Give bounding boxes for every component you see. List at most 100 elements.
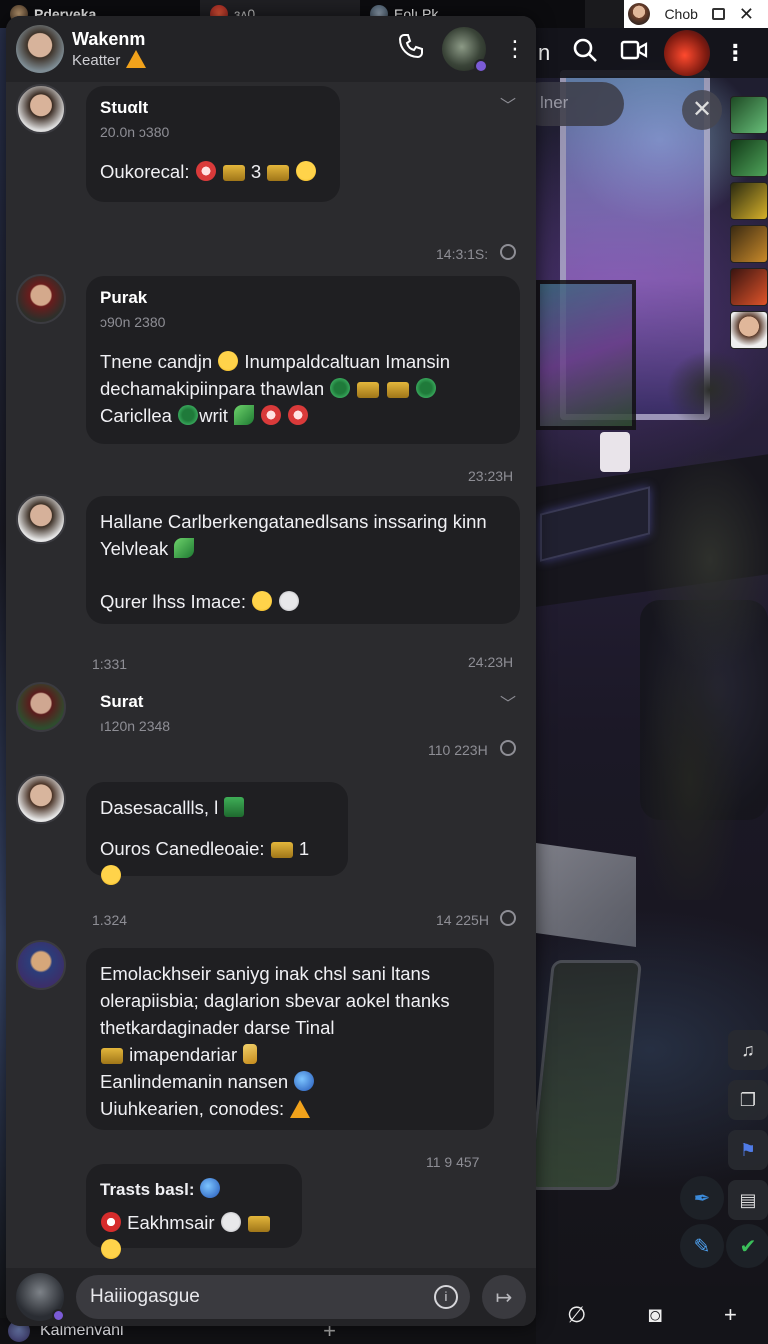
message-line: Hallane Carlberkengatanedlsans inssaring…	[100, 511, 487, 532]
video-icon[interactable]	[620, 39, 648, 67]
message-line: dechamakipiinpara thawlan	[100, 378, 325, 399]
crown-emoji-icon	[270, 842, 293, 858]
message-text: Eakhmsair	[100, 1209, 288, 1263]
avatar[interactable]	[16, 494, 66, 544]
maximize-icon[interactable]	[711, 8, 725, 20]
avatar[interactable]	[16, 774, 66, 824]
message-text: Ouros Canedleoaie: 1	[100, 835, 334, 889]
message-text: dechamakipiinpara thawlan	[100, 375, 506, 402]
group-avatar[interactable]	[442, 27, 488, 73]
message-line: Uiuhkearien, conodes:	[100, 1098, 285, 1119]
message-line: Qurer lhss Imace:	[100, 591, 246, 612]
smile-emoji-icon	[218, 351, 239, 371]
camera-icon[interactable]: ◙	[649, 1302, 662, 1328]
read-receipt-icon	[500, 740, 516, 756]
message-text: olerapiisbia; daglarion sbevar aokel tha…	[100, 987, 480, 1014]
close-icon[interactable]: ✕	[739, 5, 754, 23]
message-text: Trasts basl:	[100, 1176, 288, 1203]
message-time: 11 9 457	[426, 1154, 480, 1170]
message-time: 23:23H	[468, 468, 514, 484]
message-bubble[interactable]: Purak ᴐ90n 2380 Tnene candjn Inumpaldcal…	[86, 276, 520, 444]
avatar[interactable]	[16, 25, 64, 73]
kebab-menu-icon[interactable]: ⋮	[504, 36, 526, 62]
add-icon[interactable]: +	[724, 1302, 737, 1328]
chat-header: Wakenm Keatter ⋮	[6, 16, 536, 82]
popup-title: Chob	[664, 6, 698, 22]
send-button[interactable]: ↦	[482, 1275, 526, 1319]
status-badge	[52, 1309, 65, 1322]
thumbnail[interactable]	[730, 311, 768, 349]
message-time: 14:3:1S:	[436, 246, 489, 262]
warning-icon	[125, 50, 146, 68]
chevron-down-icon[interactable]: ﹀	[500, 92, 516, 116]
chat-subtitle: Keatter	[72, 50, 147, 69]
kebab-menu-icon[interactable]: ⋮	[724, 40, 746, 66]
avatar[interactable]	[16, 682, 66, 732]
avatar[interactable]	[16, 940, 66, 990]
scene-tablet	[527, 960, 643, 1190]
crown-emoji-icon	[101, 1048, 123, 1064]
grimace-emoji-icon	[288, 405, 309, 425]
music-note-icon[interactable]: ♫	[728, 1030, 768, 1070]
grimace-emoji-icon	[261, 405, 282, 425]
ghost-emoji-icon	[220, 1212, 241, 1232]
message-text: Eanlindemanin nansen	[100, 1068, 480, 1095]
thumbnail[interactable]	[730, 268, 768, 306]
crown-emoji-icon	[222, 165, 245, 181]
message-sender: Purak	[100, 288, 148, 307]
message-bubble[interactable]: Dasesacallls, l Ouros Canedleoaie: 1	[86, 782, 348, 885]
info-icon[interactable]: i	[434, 1285, 458, 1309]
close-button[interactable]: ✕	[682, 90, 722, 130]
message-text: Caricllea writ	[100, 402, 506, 429]
thumbnail[interactable]	[730, 225, 768, 263]
message-bubble[interactable]: Trasts basl: Eakhmsair	[86, 1164, 302, 1259]
rocket-badge-icon[interactable]	[664, 30, 711, 76]
avatar[interactable]	[16, 84, 66, 134]
search-placeholder: lner	[540, 93, 569, 112]
chat-panel: Wakenm Keatter ⋮ Stuαlt 20.0n ᴐ380 Oukor…	[6, 16, 536, 1326]
copy-icon[interactable]: ❐	[728, 1080, 768, 1120]
edit-icon[interactable]: ✎	[680, 1224, 724, 1268]
message-bubble[interactable]: Emolackhseir saniyg inak chsl sani ltans…	[86, 948, 494, 1130]
flag-icon[interactable]: ⚑	[728, 1130, 768, 1170]
tag-emoji-icon	[224, 797, 245, 817]
message-text: Yelvleak	[100, 535, 506, 562]
message-text: Hallane Carlberkengatanedlsans inssaring…	[100, 508, 506, 535]
record-emoji-icon	[101, 1212, 121, 1232]
chevron-down-icon[interactable]: ﹀	[500, 690, 516, 714]
message-line: Ouros Canedleoaie:	[100, 838, 265, 859]
message-bubble[interactable]: Surat ı120n 2348	[86, 680, 256, 746]
feather-icon[interactable]: ✒	[680, 1176, 724, 1220]
avatar[interactable]	[16, 274, 66, 324]
message-composer: Haiiiogasgue i ↦	[6, 1268, 536, 1326]
message-text: Dasesacallls, l	[100, 794, 334, 821]
smile-emoji-icon	[101, 865, 121, 885]
grimace-emoji-icon	[195, 161, 216, 181]
message-line: Caricllea	[100, 405, 172, 426]
message-text: Oukorecal: 3	[100, 158, 326, 185]
thumbnail[interactable]	[730, 139, 768, 177]
search-icon[interactable]	[572, 37, 598, 69]
crown-emoji-icon	[267, 165, 290, 181]
message-input[interactable]: Haiiiogasgue i	[76, 1275, 470, 1319]
message-line: Emolackhseir saniyg inak chsl sani ltans	[100, 963, 431, 984]
thumbnail[interactable]	[730, 96, 768, 134]
thumbnail[interactable]	[730, 182, 768, 220]
avatar[interactable]	[16, 1273, 65, 1322]
message-time: 24:23H	[468, 654, 514, 670]
globe-emoji-icon	[200, 1178, 221, 1198]
attach-icon[interactable]: ∅	[567, 1302, 586, 1328]
message-stamp: ı120n 2348	[100, 718, 171, 734]
document-icon[interactable]: ▤	[728, 1180, 768, 1220]
phone-icon[interactable]	[398, 33, 424, 66]
scene-soldier	[600, 340, 768, 900]
message-line: Yelvleak	[100, 538, 169, 559]
message-bubble[interactable]: Stuαlt 20.0n ᴐ380 Oukorecal: 3	[86, 86, 340, 202]
chat-title: Wakenm	[72, 29, 146, 49]
message-text: imapendariar	[100, 1041, 480, 1068]
check-icon[interactable]: ✔	[726, 1224, 768, 1268]
smile-emoji-icon	[101, 1239, 121, 1259]
crown-emoji-icon	[247, 1216, 270, 1232]
warning-icon	[290, 1100, 311, 1118]
message-bubble[interactable]: Hallane Carlberkengatanedlsans inssaring…	[86, 496, 520, 624]
